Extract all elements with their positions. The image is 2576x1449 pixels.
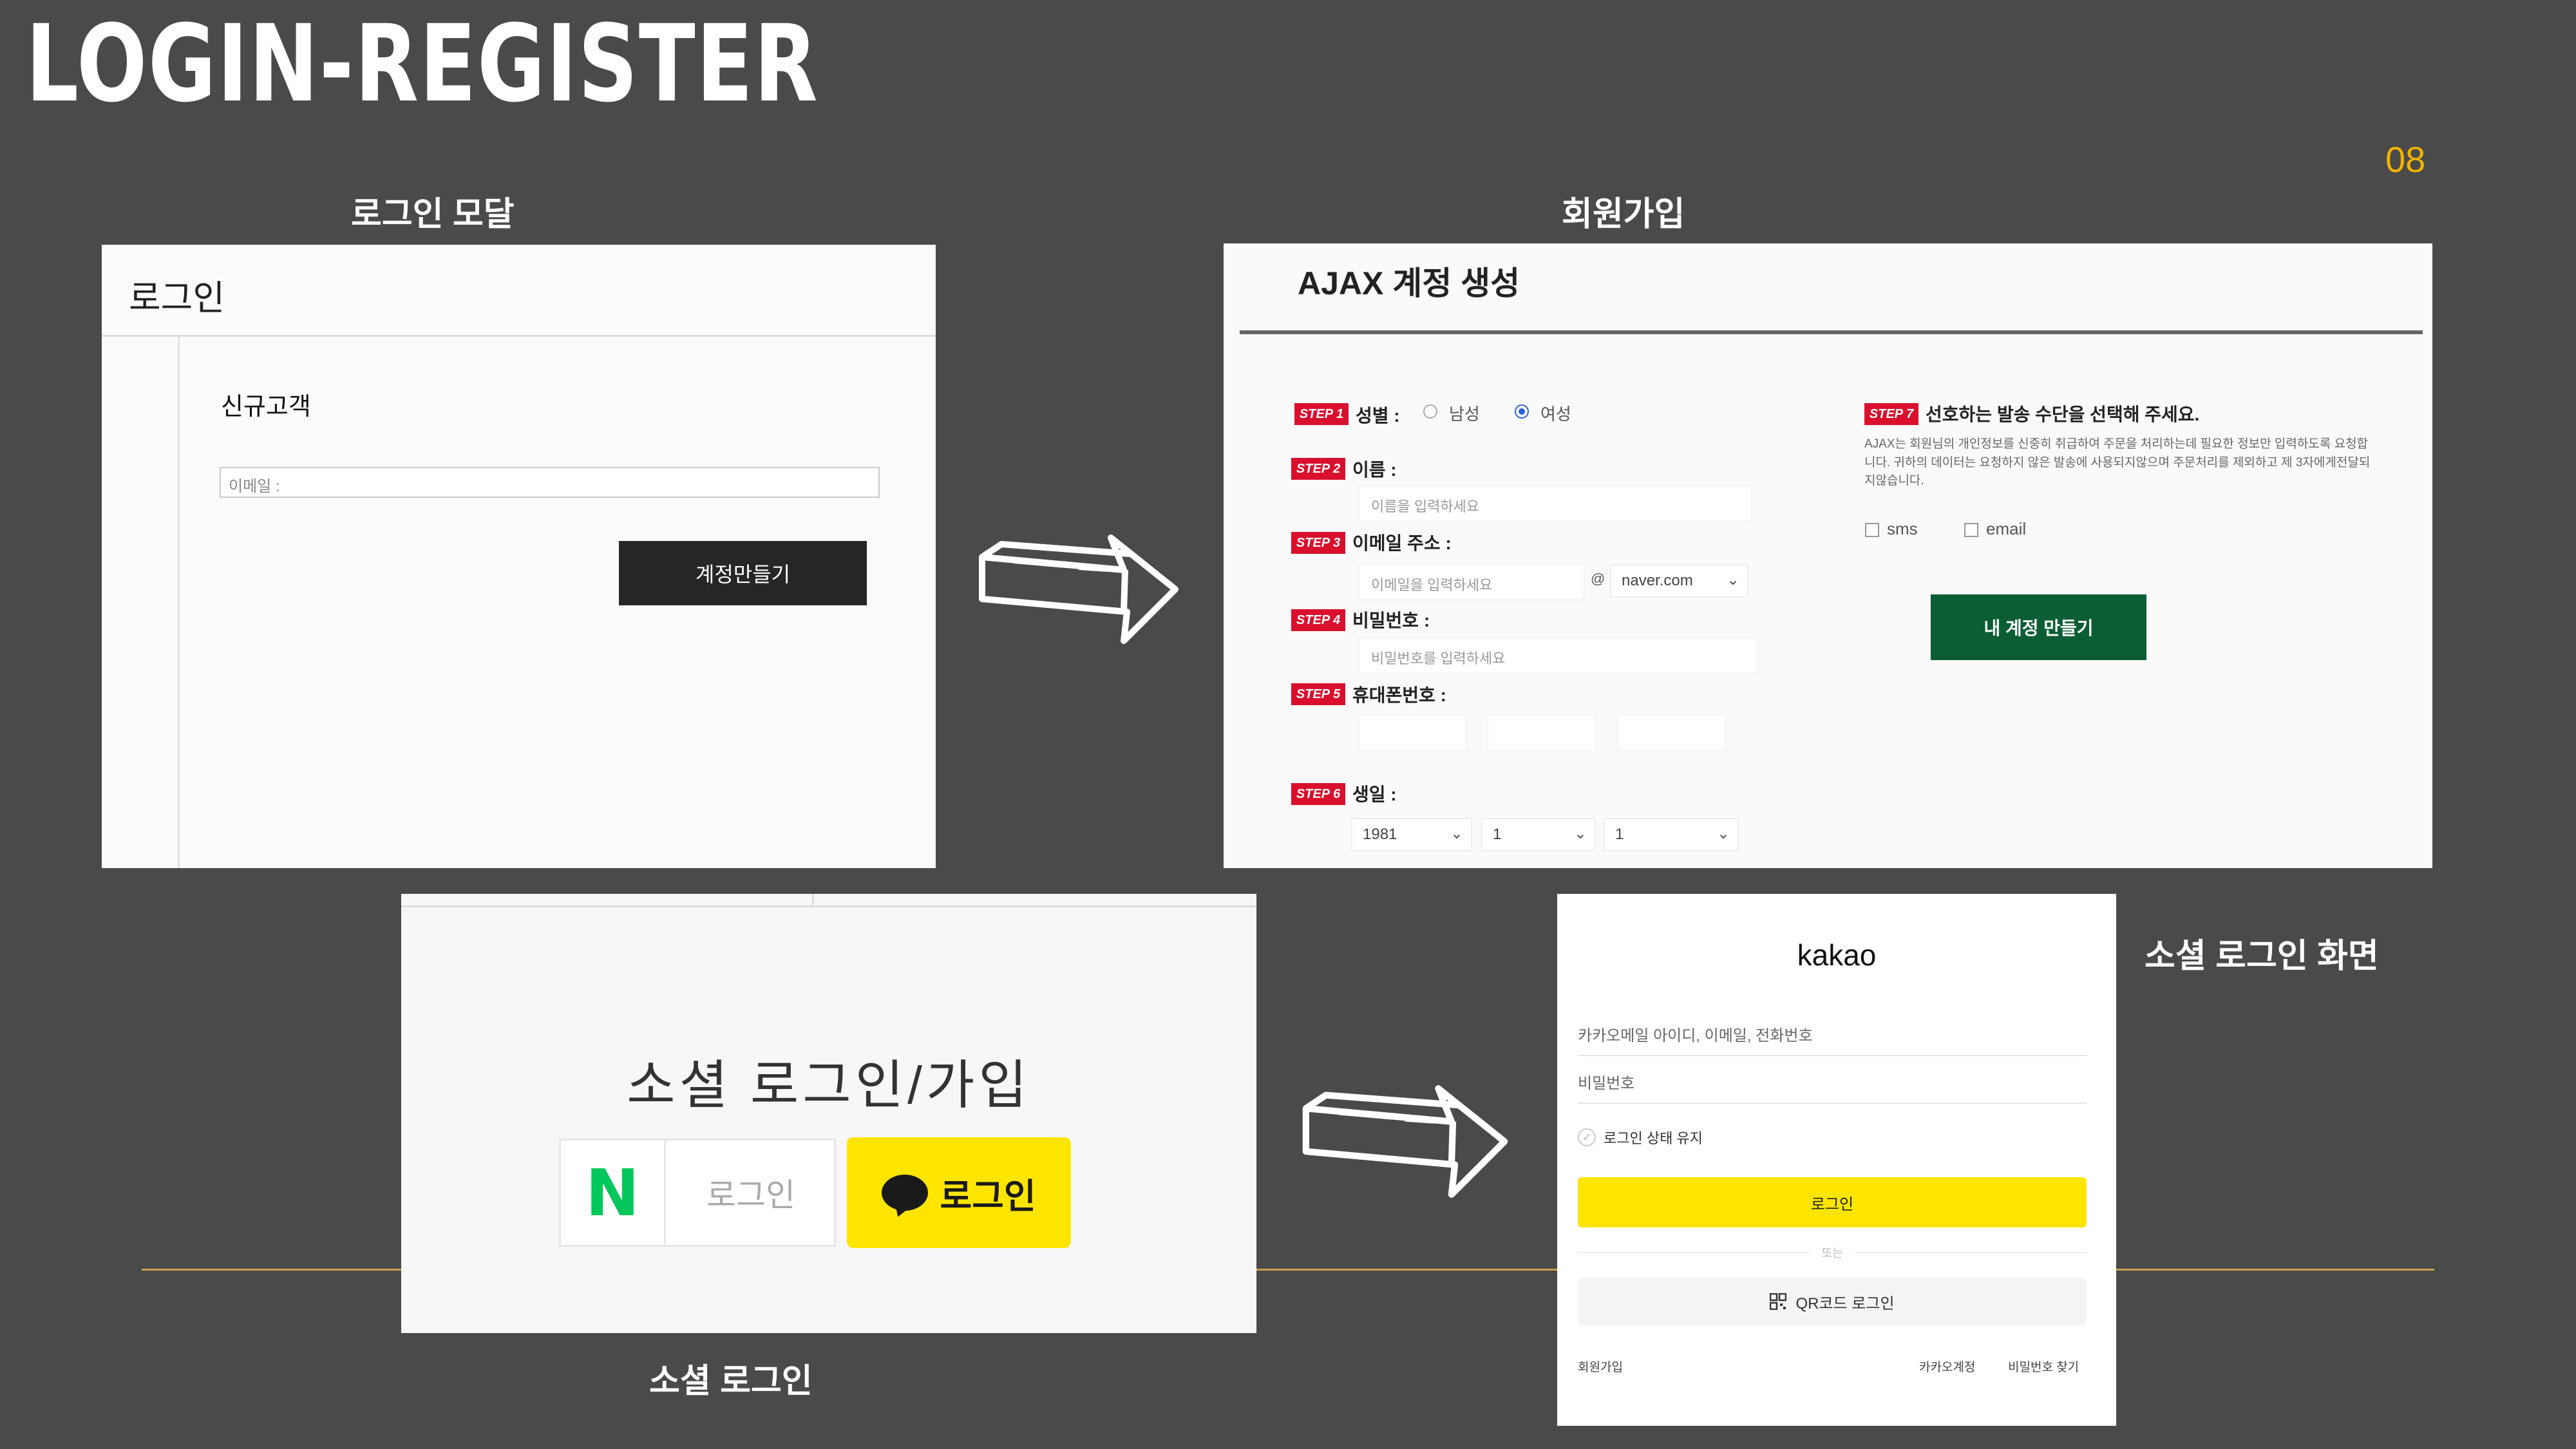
naver-logo-icon: N — [561, 1141, 666, 1245]
qr-login-label: QR코드 로그인 — [1795, 1294, 1895, 1312]
email-at-sign: @ — [1591, 571, 1605, 587]
name-input[interactable]: 이름을 입력하세요 — [1359, 486, 1752, 522]
signup-link[interactable]: 회원가입 — [1578, 1358, 1623, 1375]
kakao-submit-button[interactable]: 로그인 — [1578, 1177, 2087, 1227]
create-my-account-button[interactable]: 내 계정 만들기 — [1931, 594, 2146, 660]
caption-social-login-screen: 소셜 로그인 화면 — [2145, 938, 2379, 975]
email-domain-value: naver.com — [1622, 572, 1693, 589]
preference-description: AJAX는 회원님의 개인정보를 신중히 취급하여 주문을 처리하는데 필요한 … — [1864, 437, 2371, 488]
chevron-down-icon: ⌄ — [1450, 825, 1463, 842]
birth-month-select[interactable]: 1 ⌄ — [1481, 818, 1596, 851]
kakao-account-link[interactable]: 카카오계정 — [1919, 1358, 1975, 1375]
qr-login-button[interactable]: QR코드 로그인 — [1578, 1278, 2087, 1325]
page-number: 08 — [2385, 139, 2426, 180]
birth-month-value: 1 — [1493, 826, 1502, 843]
top-divider-vertical — [812, 894, 814, 907]
speech-bubble-icon — [882, 1175, 929, 1211]
qr-code-icon — [1770, 1293, 1787, 1310]
kakao-login-screenshot: kakao 카카오메일 아이디, 이메일, 전화번호 비밀번호 ✓ 로그인 상태… — [1557, 894, 2116, 1426]
naver-login-label: 로그인 — [706, 1177, 795, 1213]
password-input[interactable]: 비밀번호를 입력하세요 — [1359, 638, 1758, 674]
caption-social-login: 소셜 로그인 — [649, 1363, 813, 1400]
password-label: 비밀번호 : — [1352, 611, 1430, 630]
register-screenshot: AJAX 계정 생성 STEP 1 성별 : 남성 여성 STEP 2 이름 :… — [1224, 243, 2432, 868]
right-arrow-icon — [1302, 1085, 1508, 1198]
register-title: AJAX 계정 생성 — [1298, 265, 1520, 301]
phone-input-2[interactable] — [1488, 715, 1596, 751]
modal-header: 로그인 — [102, 245, 936, 337]
email-label: 이메일 주소 : — [1352, 533, 1452, 553]
kakao-password-input[interactable]: 비밀번호 — [1578, 1059, 2087, 1104]
kakao-login-button[interactable]: 로그인 — [847, 1137, 1071, 1248]
email-input[interactable]: 이메일을 입력하세요 — [1359, 564, 1584, 600]
birthday-label: 생일 : — [1352, 784, 1397, 804]
naver-login-button[interactable]: N 로그인 — [559, 1139, 836, 1247]
modal-title: 로그인 — [129, 279, 225, 317]
chevron-down-icon: ⌄ — [1573, 825, 1587, 842]
email-option-label: email — [1986, 519, 2027, 538]
phone-input-1[interactable] — [1359, 715, 1467, 751]
slide-title: LOGIN-REGISTER — [26, 2, 819, 126]
step-1-badge: STEP 1 — [1294, 403, 1349, 425]
top-divider — [401, 905, 1256, 907]
social-title: 소셜 로그인/가입 — [627, 1056, 1031, 1115]
email-domain-select[interactable]: naver.com ⌄ — [1610, 564, 1748, 598]
find-password-link[interactable]: 비밀번호 찾기 — [2008, 1358, 2079, 1375]
create-account-button[interactable]: 계정만들기 — [619, 541, 867, 605]
kakao-login-label: 로그인 — [940, 1177, 1036, 1216]
gender-label: 성별 : — [1356, 406, 1400, 426]
birth-day-select[interactable]: 1 ⌄ — [1604, 818, 1739, 851]
step-3-badge: STEP 3 — [1291, 532, 1345, 554]
phone-label: 휴대폰번호 : — [1352, 685, 1446, 705]
check-icon: ✓ — [1578, 1128, 1596, 1146]
preference-label: 선호하는 발송 수단을 선택해 주세요. — [1926, 404, 2200, 424]
birth-day-value: 1 — [1615, 826, 1624, 843]
kakao-id-input[interactable]: 카카오메일 아이디, 이메일, 전화번호 — [1578, 1011, 2087, 1056]
chevron-down-icon: ⌄ — [1726, 571, 1739, 589]
phone-input-3[interactable] — [1618, 715, 1726, 751]
birth-year-select[interactable]: 1981 ⌄ — [1351, 818, 1472, 851]
name-label: 이름 : — [1352, 460, 1397, 480]
email-checkbox[interactable] — [1964, 523, 1978, 537]
birth-year-value: 1981 — [1363, 826, 1397, 843]
keep-login-label: 로그인 상태 유지 — [1604, 1130, 1703, 1146]
step-4-badge: STEP 4 — [1291, 609, 1345, 631]
title-underline — [1240, 330, 2423, 334]
gender-male-label: 남성 — [1449, 404, 1480, 424]
sms-label: sms — [1887, 519, 1918, 538]
caption-register: 회원가입 — [1562, 196, 1685, 233]
login-modal-screenshot: 로그인 신규고객 이메일 : 계정만들기 — [102, 245, 936, 868]
step-2-badge: STEP 2 — [1291, 458, 1345, 480]
chevron-down-icon: ⌄ — [1716, 825, 1730, 842]
or-divider: 또는 — [1578, 1244, 2087, 1261]
caption-login-modal: 로그인 모달 — [351, 196, 515, 233]
email-field[interactable]: 이메일 : — [220, 467, 880, 498]
new-customer-heading: 신규고객 — [221, 393, 311, 421]
gender-male-radio[interactable] — [1423, 404, 1437, 419]
right-arrow-icon — [979, 535, 1179, 644]
step-7-badge: STEP 7 — [1864, 403, 1918, 425]
sms-checkbox[interactable] — [1865, 523, 1879, 537]
modal-divider — [178, 336, 180, 868]
kakao-logo: kakao — [1797, 938, 1877, 972]
step-5-badge: STEP 5 — [1291, 683, 1345, 705]
step-6-badge: STEP 6 — [1291, 783, 1345, 805]
social-login-screenshot: 소셜 로그인/가입 N 로그인 로그인 — [401, 894, 1256, 1333]
gender-female-label: 여성 — [1540, 404, 1571, 424]
keep-login-checkbox[interactable]: ✓ 로그인 상태 유지 — [1578, 1127, 1703, 1148]
gender-female-radio[interactable] — [1515, 404, 1529, 419]
